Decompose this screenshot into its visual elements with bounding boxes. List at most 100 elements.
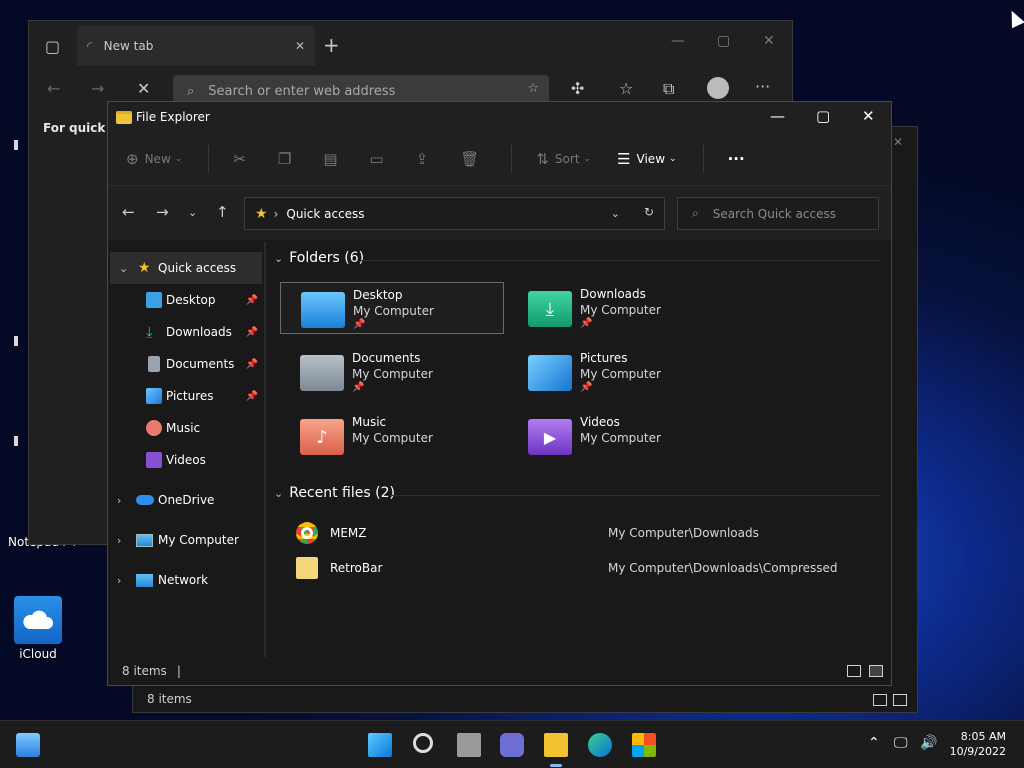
sidebar-item-label: Desktop: [166, 293, 216, 307]
folder-tile-pictures[interactable]: Pictures My Computer 📌: [508, 346, 732, 398]
pin-icon[interactable]: 📌: [246, 391, 258, 402]
search-input[interactable]: ⌕ Search Quick access: [677, 197, 879, 230]
sidebar-item-quick-access[interactable]: ⌄ ★ Quick access: [110, 252, 262, 284]
network-icon[interactable]: 🖵: [894, 735, 908, 751]
close-icon[interactable]: ✕: [893, 135, 903, 149]
collections-icon[interactable]: ⧉: [663, 79, 674, 99]
file-explorer-window: File Explorer — ▢ ✕ ⊕ New ⌄ ✂ ❐ ▤ ▭ ⇪ 🗑 …: [107, 101, 892, 686]
group-header-recent-files[interactable]: ⌄ Recent files (2): [274, 485, 395, 501]
delete-button[interactable]: 🗑: [460, 150, 485, 168]
system-clock[interactable]: 8:05 AM 10/9/2022: [950, 729, 1006, 759]
tiles-view-icon[interactable]: [893, 694, 907, 706]
recent-file-row[interactable]: RetroBar My Computer\Downloads\Compresse…: [296, 553, 856, 583]
stop-icon[interactable]: ✕: [137, 79, 150, 98]
search-icon[interactable]: [413, 733, 433, 753]
sidebar-item-label: Videos: [166, 453, 206, 467]
profile-avatar[interactable]: [707, 77, 729, 99]
new-button[interactable]: ⊕ New ⌄: [126, 150, 182, 168]
volume-icon[interactable]: 🔊: [920, 735, 937, 751]
forward-icon[interactable]: →: [156, 203, 169, 221]
paste-button[interactable]: ▤: [323, 150, 343, 168]
sidebar-item-network[interactable]: › Network: [108, 564, 264, 596]
folder-tile-documents[interactable]: Documents My Computer 📌: [280, 346, 504, 398]
plus-icon: ⊕: [126, 149, 139, 168]
store-icon[interactable]: [632, 733, 656, 757]
sidebar-item-videos[interactable]: Videos: [108, 444, 264, 476]
widgets-icon[interactable]: [16, 733, 40, 757]
see-more-button[interactable]: ···: [728, 150, 751, 168]
details-view-icon[interactable]: [847, 665, 861, 677]
group-header-folders[interactable]: ⌄ Folders (6): [274, 250, 364, 266]
sort-button[interactable]: ⇅ Sort ⌄: [536, 150, 591, 168]
tab-actions-icon[interactable]: ▢: [45, 37, 60, 56]
back-icon[interactable]: ←: [47, 79, 60, 98]
close-icon[interactable]: ✕: [862, 107, 875, 125]
share-button[interactable]: ⇪: [416, 150, 435, 168]
more-icon[interactable]: ···: [755, 77, 770, 96]
close-icon[interactable]: ✕: [763, 33, 775, 49]
edge-icon[interactable]: [588, 733, 612, 757]
content-pane: ⌄ Folders (6) Desktop My Computer 📌 ⤓ Do…: [266, 242, 891, 657]
new-tab-icon[interactable]: +: [323, 33, 340, 57]
start-icon[interactable]: [368, 733, 392, 757]
separator: [702, 144, 704, 173]
folder-location: My Computer: [580, 431, 661, 445]
favorites-icon[interactable]: ☆: [619, 79, 633, 98]
sidebar-item-desktop[interactable]: Desktop 📌: [108, 284, 264, 316]
maximize-icon[interactable]: ▢: [816, 107, 830, 125]
folder-tile-downloads[interactable]: ⤓ Downloads My Computer 📌: [508, 282, 732, 334]
sidebar-item-music[interactable]: Music: [108, 412, 264, 444]
sidebar-item-downloads[interactable]: ⤓ Downloads 📌: [108, 316, 264, 348]
pin-icon[interactable]: 📌: [246, 359, 258, 370]
chevron-up-icon[interactable]: ⌃: [868, 735, 880, 751]
videos-folder-icon: ▶: [528, 419, 572, 455]
details-view-icon[interactable]: [873, 694, 887, 706]
refresh-icon[interactable]: ↻: [644, 205, 654, 219]
pin-icon[interactable]: 📌: [246, 295, 258, 306]
sidebar-item-label: OneDrive: [158, 493, 215, 507]
chevron-right-icon: ›: [117, 533, 122, 547]
back-icon[interactable]: ←: [122, 203, 135, 221]
breadcrumb[interactable]: Quick access: [286, 207, 364, 221]
folder-tile-music[interactable]: ♪ Music My Computer: [280, 410, 504, 462]
pin-icon[interactable]: 📌: [246, 327, 258, 338]
sidebar-item-documents[interactable]: Documents 📌: [108, 348, 264, 380]
address-bar[interactable]: ★ › Quick access ⌄ ↻: [244, 197, 665, 230]
minimize-icon[interactable]: —: [770, 107, 785, 125]
up-icon[interactable]: ↑: [216, 203, 229, 221]
sidebar-item-pictures[interactable]: Pictures 📌: [108, 380, 264, 412]
folder-location: My Computer: [352, 367, 433, 381]
task-view-icon[interactable]: [457, 733, 481, 757]
tiles-view-icon[interactable]: [869, 665, 883, 677]
loading-icon: ◜: [87, 39, 92, 53]
recent-locations-icon[interactable]: ⌄: [188, 206, 197, 219]
browser-tab[interactable]: ◜ New tab ✕: [77, 26, 315, 66]
downloads-folder-icon: ⤓: [528, 291, 572, 327]
favorite-add-icon[interactable]: ☆: [527, 81, 539, 96]
desktop-icon: [146, 292, 162, 308]
folder-tile-desktop[interactable]: Desktop My Computer 📌: [280, 282, 504, 334]
recent-file-row[interactable]: MEMZ My Computer\Downloads: [296, 518, 856, 548]
copy-button[interactable]: ❐: [278, 150, 297, 168]
sidebar-item-onedrive[interactable]: › OneDrive: [108, 484, 264, 516]
computer-icon: [136, 533, 153, 547]
chevron-down-icon[interactable]: ⌄: [611, 207, 620, 220]
desktop-icon-icloud[interactable]: iCloud: [8, 596, 68, 661]
extensions-icon[interactable]: ✣: [571, 79, 584, 98]
pin-icon: 📌: [353, 319, 366, 330]
chevron-down-icon: ⌄: [583, 153, 592, 164]
file-explorer-taskbar-icon[interactable]: [544, 733, 568, 767]
minimize-icon[interactable]: —: [671, 33, 685, 49]
close-tab-icon[interactable]: ✕: [295, 39, 305, 53]
forward-icon[interactable]: →: [91, 79, 104, 98]
pin-icon: 📌: [580, 382, 593, 393]
sidebar-item-my-computer[interactable]: › My Computer: [108, 524, 264, 556]
cut-button[interactable]: ✂: [233, 150, 252, 168]
download-icon: ⤓: [146, 323, 153, 341]
scissors-icon: ✂: [233, 149, 246, 168]
maximize-icon[interactable]: ▢: [717, 33, 730, 49]
chat-icon[interactable]: [500, 733, 524, 757]
rename-button[interactable]: ▭: [370, 150, 390, 168]
view-button[interactable]: ☰ View ⌄: [617, 150, 676, 168]
folder-tile-videos[interactable]: ▶ Videos My Computer: [508, 410, 732, 462]
